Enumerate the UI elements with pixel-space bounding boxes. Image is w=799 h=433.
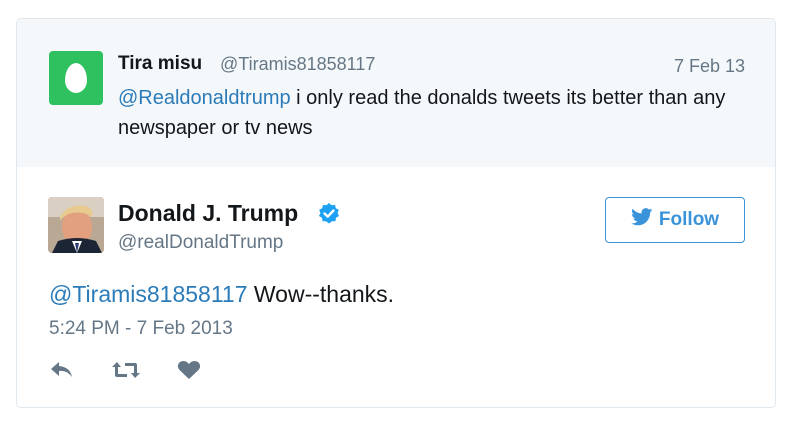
twitter-bird-icon bbox=[631, 208, 653, 232]
mention-link[interactable]: @Tiramis81858117 bbox=[49, 281, 248, 307]
reply-icon[interactable] bbox=[49, 360, 75, 380]
parent-tweet-text: @Realdonaldtrump i only read the donalds… bbox=[118, 83, 748, 143]
heart-icon[interactable] bbox=[177, 360, 201, 380]
avatar[interactable] bbox=[49, 51, 103, 105]
embedded-tweet-card: Tira misu @Tiramis81858117 7 Feb 13 @Rea… bbox=[16, 18, 776, 408]
follow-button-label: Follow bbox=[658, 209, 720, 230]
author-handle[interactable]: @realDonaldTrump bbox=[118, 232, 283, 254]
tweet-timestamp[interactable]: 5:24 PM - 7 Feb 2013 bbox=[49, 318, 233, 340]
tweet-body: Wow--thanks. bbox=[247, 281, 395, 307]
egg-icon bbox=[65, 63, 87, 93]
follow-button[interactable]: Follow bbox=[605, 197, 745, 243]
tweet-actions bbox=[49, 360, 201, 380]
parent-author-name[interactable]: Tira misu bbox=[118, 53, 202, 75]
author-name[interactable]: Donald J. Trump bbox=[118, 200, 298, 227]
verified-badge-icon bbox=[317, 202, 341, 231]
tweet-text: @Tiramis81858117 Wow--thanks. bbox=[49, 281, 394, 308]
mention-link[interactable]: @Realdonaldtrump bbox=[118, 87, 291, 109]
avatar[interactable] bbox=[48, 197, 104, 253]
parent-author-handle[interactable]: @Tiramis81858117 bbox=[220, 54, 375, 75]
parent-tweet[interactable]: Tira misu @Tiramis81858117 7 Feb 13 @Rea… bbox=[17, 19, 775, 167]
retweet-icon[interactable] bbox=[111, 360, 141, 380]
parent-tweet-date[interactable]: 7 Feb 13 bbox=[674, 56, 745, 77]
